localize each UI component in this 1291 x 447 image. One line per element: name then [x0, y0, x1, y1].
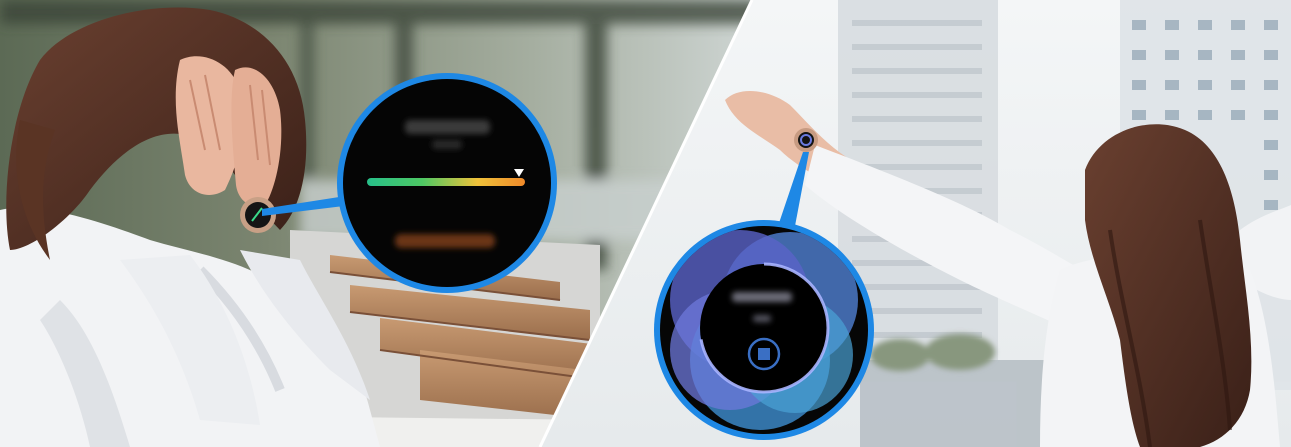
wrist-watch-left — [240, 197, 276, 233]
wrist-watch-right — [794, 128, 818, 152]
hero-banner — [0, 0, 1291, 447]
stress-gauge-bar — [367, 178, 525, 186]
scene-illustration — [0, 0, 1291, 447]
breathe-watch-screen — [670, 230, 858, 430]
